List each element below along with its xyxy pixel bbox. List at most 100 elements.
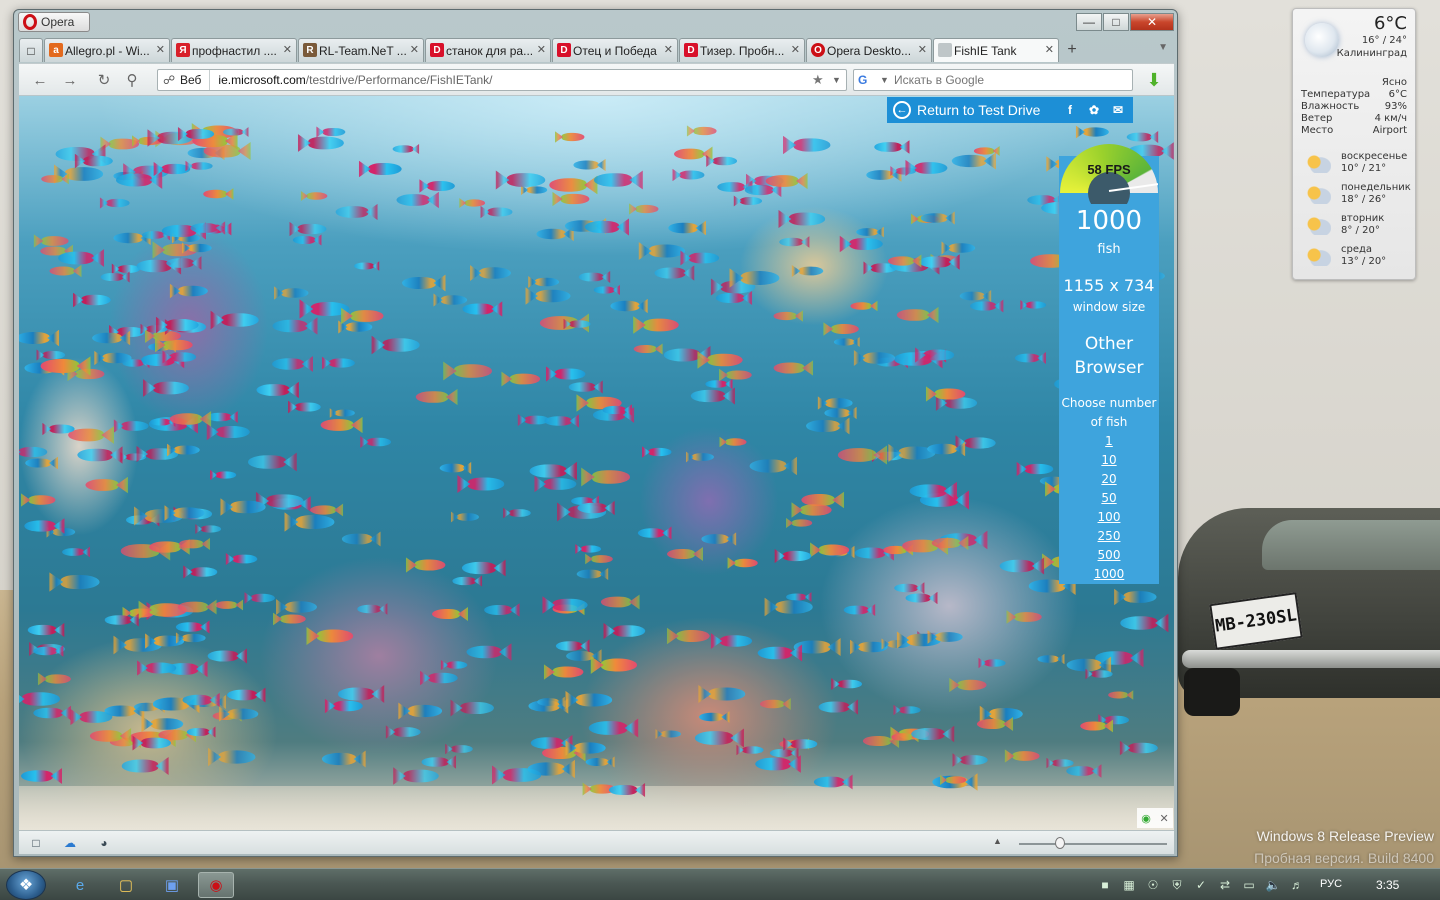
close-tab-icon[interactable]: ✕ [410,43,419,56]
maximize-button[interactable]: □ [1103,13,1129,31]
bookmark-star-icon[interactable]: ★ [812,72,832,88]
fish [169,413,203,425]
fish-option-link[interactable]: 100 [1059,508,1159,527]
close-tab-icon[interactable]: ✕ [664,43,673,56]
fish [856,228,878,236]
fish-option-link[interactable]: 20 [1059,470,1159,489]
close-tab-icon[interactable]: ✕ [918,43,927,56]
fish [414,559,446,571]
turbo-icon[interactable]: ◕ [95,835,113,851]
reload-button[interactable]: ↻ [93,70,115,90]
close-tab-icon[interactable]: ✕ [537,43,546,56]
tab-profnastil[interactable]: Я профнастил .... ✕ [171,38,297,62]
fish [679,170,705,180]
fish [914,162,948,174]
opera-unite-icon[interactable]: ☁ [61,835,79,851]
fish [818,701,850,713]
fish-option-link[interactable]: 50 [1059,489,1159,508]
weather-row-temperature: Температура 6°C [1301,89,1407,100]
fish [333,700,363,712]
fish [272,319,308,333]
fish-option-link[interactable]: 250 [1059,527,1159,546]
explorer-folder-icon[interactable]: ▢ [108,872,144,898]
key-icon[interactable]: ⚲ [121,70,143,90]
fish [676,630,710,642]
web-badge[interactable]: ☍ Веб [158,70,211,90]
fish [948,243,976,253]
close-tab-icon[interactable]: ✕ [791,43,800,56]
panels-icon[interactable]: □ [27,835,45,851]
close-tab-icon[interactable]: ✕ [1045,43,1054,56]
opera-logo-icon [23,14,37,30]
tab-rl-team[interactable]: R RL-Team.NeT ... ✕ [298,38,424,62]
search-input[interactable] [894,73,1132,87]
tray-app-icon[interactable]: ■ [1096,876,1114,894]
facebook-icon[interactable]: f [1061,102,1079,118]
mail-icon[interactable]: ✉ [1109,102,1127,118]
fish-option-link[interactable]: 1 [1059,432,1159,451]
address-bar[interactable]: ☍ Веб ie.microsoft.com/testdrive/Perform… [157,69,847,91]
tab-fishie-tank[interactable]: FishIE Tank ✕ [933,38,1059,62]
opera-taskbar-icon[interactable]: ◉ [198,872,234,898]
speed-dial-tab[interactable]: □ [19,38,43,62]
fish [773,362,805,374]
floppy-disk-icon[interactable]: ▣ [154,872,190,898]
weather-gadget[interactable]: 6°C 16° / 24° Калининград Ясно Температу… [1292,8,1416,280]
tray-monitor-icon[interactable]: ▭ [1240,876,1258,894]
tab-opera-desktop[interactable]: O Opera Deskto... ✕ [806,38,932,62]
fish [663,348,701,362]
fish [227,689,257,701]
return-to-test-drive-link[interactable]: Return to Test Drive [917,102,1040,118]
close-tab-icon[interactable]: ✕ [156,43,165,56]
tray-shield-icon[interactable]: ⛨ [1168,876,1186,894]
tray-sync-icon[interactable]: ⇄ [1216,876,1234,894]
minimize-button[interactable]: — [1076,13,1102,31]
close-icon[interactable]: ✕ [1159,812,1168,825]
history-chevron-icon[interactable]: ▼ [832,75,846,85]
fish [973,147,995,155]
zoom-slider[interactable] [1019,843,1167,845]
tray-volume-icon[interactable]: 🔈 [1264,876,1282,894]
tab-allegro[interactable]: a Allegro.pl - Wi... ✕ [44,38,170,62]
new-tab-button[interactable]: + [1060,38,1084,62]
twitter-icon[interactable]: ✿ [1085,102,1103,118]
tab-tizer[interactable]: D Тизер. Пробн... ✕ [679,38,805,62]
adblock-icon[interactable]: ◉ [1141,812,1151,825]
fish [600,596,632,608]
choose-number-label: Choose number of fish [1061,396,1157,429]
fish [292,236,316,244]
search-box[interactable]: G ▼ [853,69,1133,91]
download-icon[interactable]: ⬇ [1143,69,1165,91]
tab-list-chevron-icon[interactable]: ▼ [1158,42,1168,53]
tab-stanok[interactable]: D станок для ра... ✕ [425,38,551,62]
search-engine-chevron-icon[interactable]: ▼ [880,75,894,85]
url-text[interactable]: ie.microsoft.com/testdrive/Performance/F… [210,73,812,87]
fish [392,145,414,153]
fish-option-link[interactable]: 1000 [1059,565,1159,584]
clock[interactable]: 3:35 [1376,878,1399,892]
close-window-button[interactable]: ✕ [1130,13,1174,31]
opera-menu-button[interactable]: Opera [18,12,90,32]
fish [502,768,542,782]
forward-button[interactable]: → [59,70,81,90]
language-indicator[interactable]: РУС [1320,878,1342,890]
fish-option-link[interactable]: 500 [1059,546,1159,565]
fish [382,338,420,352]
tray-network-icon[interactable]: ▦ [1120,876,1138,894]
internet-explorer-icon[interactable]: e [62,872,98,898]
start-button[interactable]: ❖ [6,870,46,900]
back-arrow-icon[interactable]: ← [893,101,911,119]
tab-otets-i-pobeda[interactable]: D Отец и Победа ✕ [552,38,678,62]
back-button[interactable]: ← [29,70,51,90]
tray-speaker-icon[interactable]: ♬ [1288,876,1306,894]
close-tab-icon[interactable]: ✕ [283,43,292,56]
fish [1052,759,1074,767]
tray-update-icon[interactable]: ✓ [1192,876,1210,894]
zoom-up-icon[interactable]: ▲ [993,836,1002,846]
fish [175,622,203,632]
fish-option-link[interactable]: 10 [1059,451,1159,470]
fish [793,138,831,152]
tray-globe-icon[interactable]: ☉ [1144,876,1162,894]
fish-count: 1000 [1075,206,1143,236]
zoom-slider-thumb[interactable] [1055,837,1065,849]
